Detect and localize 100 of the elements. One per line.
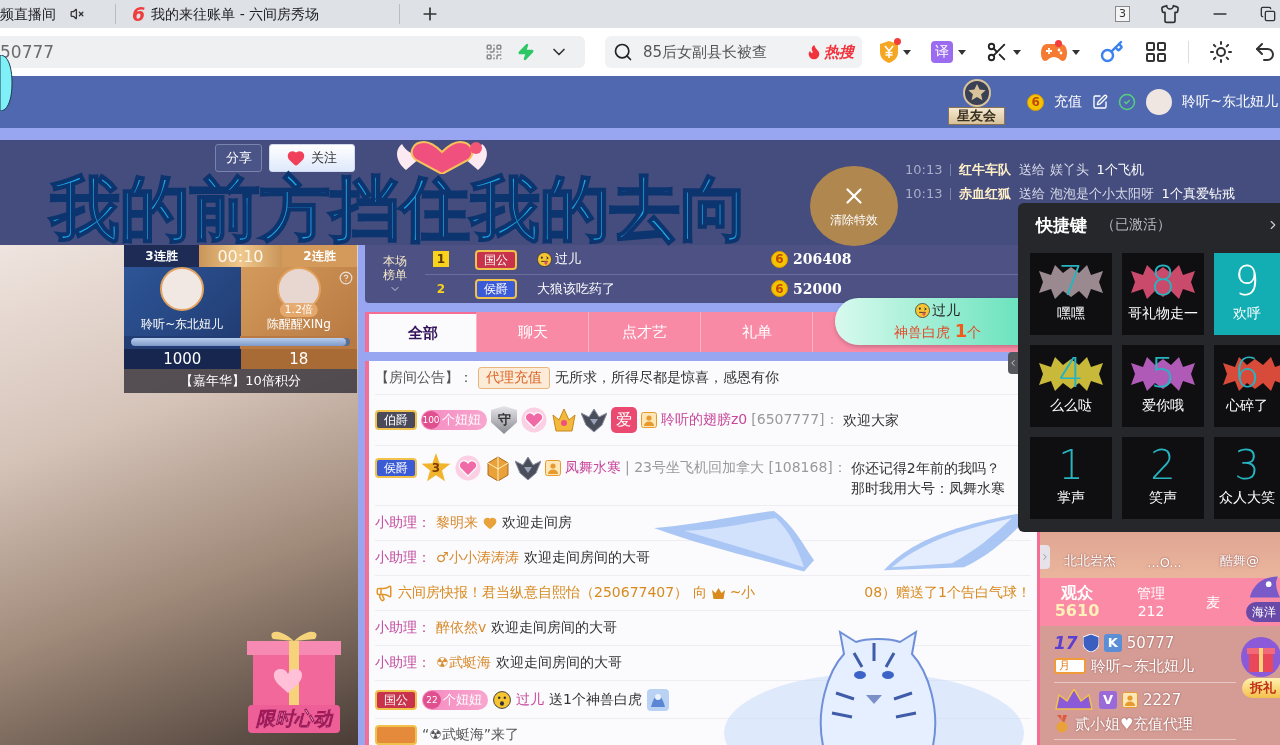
user-id: 2227 xyxy=(1143,690,1182,709)
username-link[interactable]: ♂小小涛涛涛 xyxy=(436,549,519,567)
agent-icon xyxy=(545,460,561,476)
user-id: 50777 xyxy=(1126,633,1175,652)
unbox-button[interactable]: 拆礼 xyxy=(1242,678,1280,698)
pk-score: 1000 xyxy=(124,349,241,369)
recharge-link[interactable]: 充值 xyxy=(1054,93,1083,111)
feed-text: 送给 媄丫头 xyxy=(1019,161,1089,178)
restore-icon[interactable] xyxy=(1260,6,1276,22)
username-link[interactable]: 过儿 xyxy=(516,690,544,709)
expand-handle[interactable] xyxy=(1040,545,1050,569)
vip-badge: V xyxy=(1099,690,1117,709)
scissors-icon[interactable] xyxy=(986,41,1008,63)
heart-medal-icon xyxy=(455,455,481,481)
username-link[interactable]: 凤舞水寒 xyxy=(565,459,621,477)
follow-button[interactable]: 关注 xyxy=(269,144,355,172)
rank-badge: 伯爵 xyxy=(375,410,417,430)
caret-icon[interactable] xyxy=(1072,49,1080,55)
username-link[interactable]: 醉依然v xyxy=(436,619,487,637)
shortcut-key[interactable]: 2 笑声 xyxy=(1122,437,1204,519)
message-text: “☢武蜓海”来了 xyxy=(422,725,520,744)
username-link[interactable]: 贰小姐♥充值代理 xyxy=(1075,714,1194,734)
coin-icon: 6 xyxy=(771,250,788,268)
shortcut-key[interactable]: 9 欢呼 xyxy=(1214,253,1280,335)
check-circle-icon[interactable] xyxy=(1118,93,1137,111)
notice-label: 【房间公告】： xyxy=(375,368,473,387)
assistant-label: 小助理： xyxy=(375,549,431,567)
sea-badge: 海洋 xyxy=(1246,602,1280,622)
sender-name[interactable]: 赤血红狐 xyxy=(959,185,1012,202)
shortcut-key[interactable]: 7 嘿嘿 xyxy=(1030,253,1112,335)
caret-icon[interactable] xyxy=(903,49,911,55)
username-link[interactable]: ~小 xyxy=(729,584,756,602)
avatar-placeholder xyxy=(160,267,205,311)
apps-grid-icon[interactable] xyxy=(1144,40,1168,64)
caret-icon[interactable] xyxy=(958,49,966,55)
collapse-handle[interactable] xyxy=(1008,352,1018,374)
username-link[interactable]: 聆听~东北妞儿 xyxy=(1091,656,1194,676)
sun-icon[interactable] xyxy=(1209,40,1233,64)
sender-name[interactable]: 红牛车队 xyxy=(959,161,1012,178)
gift-icon[interactable] xyxy=(1240,636,1280,678)
edit-icon[interactable] xyxy=(1092,94,1109,110)
yen-shield-icon[interactable] xyxy=(880,41,898,63)
surprised-face-icon xyxy=(493,690,511,709)
chat-tab[interactable]: 点才艺 xyxy=(589,312,701,352)
shortcut-key[interactable]: 6 心碎了 xyxy=(1214,345,1280,427)
browser-tab[interactable]: 频直播间 xyxy=(0,4,116,24)
flame-icon xyxy=(806,44,822,60)
panel-title: 快捷键 xyxy=(1036,213,1087,237)
username-link[interactable]: ☢武蜓海 xyxy=(436,654,491,672)
tab-count[interactable]: 3 xyxy=(1115,6,1130,22)
rank-badge: 国公 xyxy=(475,249,517,270)
emblem-icon[interactable] xyxy=(961,79,992,107)
agent-icon xyxy=(641,412,657,428)
username-link[interactable]: 过儿 xyxy=(555,250,581,269)
shirt-icon[interactable] xyxy=(1160,4,1180,24)
audience-tab[interactable]: 管理 212 xyxy=(1114,578,1188,626)
browser-tab[interactable]: 6 我的来往账单 - 六间房秀场 xyxy=(116,4,400,24)
shortcut-key[interactable]: 5 爱你哦 xyxy=(1122,345,1204,427)
caret-icon[interactable] xyxy=(1013,49,1021,55)
username[interactable]: 聆听~东北妞儿 xyxy=(1182,93,1278,111)
agent-icon xyxy=(1122,691,1138,708)
avatar-placeholder[interactable] xyxy=(1146,89,1173,115)
shortcut-key[interactable]: 8 哥礼物走一 xyxy=(1122,253,1204,335)
message-text: 无所求，所得尽都是惊喜，感恩有你 xyxy=(555,368,779,387)
address-field[interactable]: 50777 xyxy=(0,36,585,68)
gamepad-icon[interactable] xyxy=(1041,43,1067,61)
audience-tab[interactable]: 观众 5610 xyxy=(1040,578,1114,626)
message-text: 欢迎大家 xyxy=(842,411,900,430)
share-button[interactable]: 分享 xyxy=(215,144,262,172)
username-link[interactable]: 大狼该吃药了 xyxy=(537,279,615,298)
broadcast-text: 六间房快报！君当纵意自熙怡（250677407） 向 xyxy=(398,584,707,602)
chat-tab[interactable]: 礼单 xyxy=(701,312,813,352)
qr-code-icon[interactable] xyxy=(485,43,503,61)
mute-icon[interactable] xyxy=(70,7,84,21)
key-icon[interactable] xyxy=(1100,40,1124,64)
shortcut-key[interactable]: 1 掌声 xyxy=(1030,437,1112,519)
feed-time: 10:13 xyxy=(905,185,943,202)
gift-text: 神兽白虎 1个 xyxy=(893,319,982,342)
streamer-name: 陈醒醒XINg xyxy=(266,316,331,333)
audience-tab[interactable]: 麦 xyxy=(1188,578,1238,626)
coin-icon: 6 xyxy=(771,280,788,298)
translate-button[interactable]: 译 xyxy=(931,41,953,63)
vip-badge: K xyxy=(1103,633,1122,652)
streamer-name: 聆听~东北妞儿 xyxy=(141,316,224,333)
hot-search-link[interactable]: 热搜 xyxy=(806,42,854,62)
shortcut-key[interactable]: 3 众人大笑 xyxy=(1214,437,1280,519)
user-meta: | 23号坐飞机回加拿大 [108168]： xyxy=(625,459,847,477)
username-link[interactable]: 黎明来 xyxy=(436,514,478,532)
cube-medal-icon xyxy=(485,455,511,481)
chat-tab[interactable]: 全部 xyxy=(365,312,477,352)
message-text: 欢迎走间房间的大哥 xyxy=(523,549,650,567)
search-field[interactable]: 85后女副县长被查 热搜 xyxy=(605,36,862,68)
crown-icon xyxy=(711,587,725,599)
shortcut-key[interactable]: 4 么么哒 xyxy=(1030,345,1112,427)
club-label[interactable]: 星友会 xyxy=(948,107,1006,125)
username-link[interactable]: 聆听的翅膀z0 xyxy=(661,411,748,429)
undo-icon[interactable] xyxy=(1253,40,1277,64)
ranking-title: 本场榜单 xyxy=(382,253,408,282)
chat-tab[interactable]: 聊天 xyxy=(477,312,589,352)
rank-badge: 侯爵 xyxy=(475,279,517,300)
